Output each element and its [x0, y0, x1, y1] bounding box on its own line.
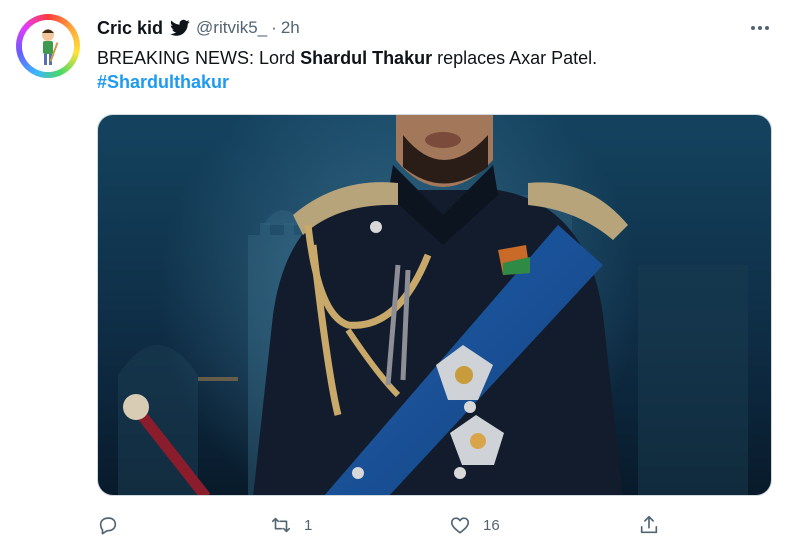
photo-illustration: [98, 115, 771, 495]
share-icon: [640, 515, 658, 534]
tweet-header: Cric kid @ritvik5_ · 2h: [97, 16, 300, 40]
tweet-card[interactable]: Cric kid @ritvik5_ · 2h BREAKING NEWS: L…: [0, 0, 800, 544]
tweet-text: BREAKING NEWS: Lord Shardul Thakur repla…: [97, 46, 597, 70]
like-count: 16: [483, 516, 500, 534]
tweet-text-bold: Shardul Thakur: [300, 48, 433, 68]
like-icon: [450, 517, 470, 534]
retweet-icon: [271, 517, 291, 533]
reply-button[interactable]: [97, 512, 131, 538]
retweet-count: 1: [304, 516, 313, 534]
like-button[interactable]: 16: [449, 512, 500, 538]
separator-dot: ·: [271, 18, 277, 37]
hashtag-link[interactable]: #Shardulthakur: [97, 72, 229, 93]
tweet-actions: 1 16: [97, 512, 677, 538]
share-button[interactable]: [638, 512, 672, 538]
timestamp[interactable]: 2h: [281, 18, 300, 38]
tweet-image[interactable]: [97, 114, 772, 496]
more-icon[interactable]: [746, 18, 774, 38]
retweet-button[interactable]: 1: [270, 512, 312, 538]
author-handle[interactable]: @ritvik5_: [196, 18, 267, 38]
tweet-text-suffix: replaces Axar Patel.: [432, 48, 598, 68]
reply-icon: [99, 517, 117, 535]
avatar[interactable]: [16, 14, 80, 78]
tweet-text-prefix: BREAKING NEWS: Lord: [97, 48, 301, 68]
bird-icon: [170, 19, 190, 36]
author-name[interactable]: Cric kid: [97, 18, 163, 39]
